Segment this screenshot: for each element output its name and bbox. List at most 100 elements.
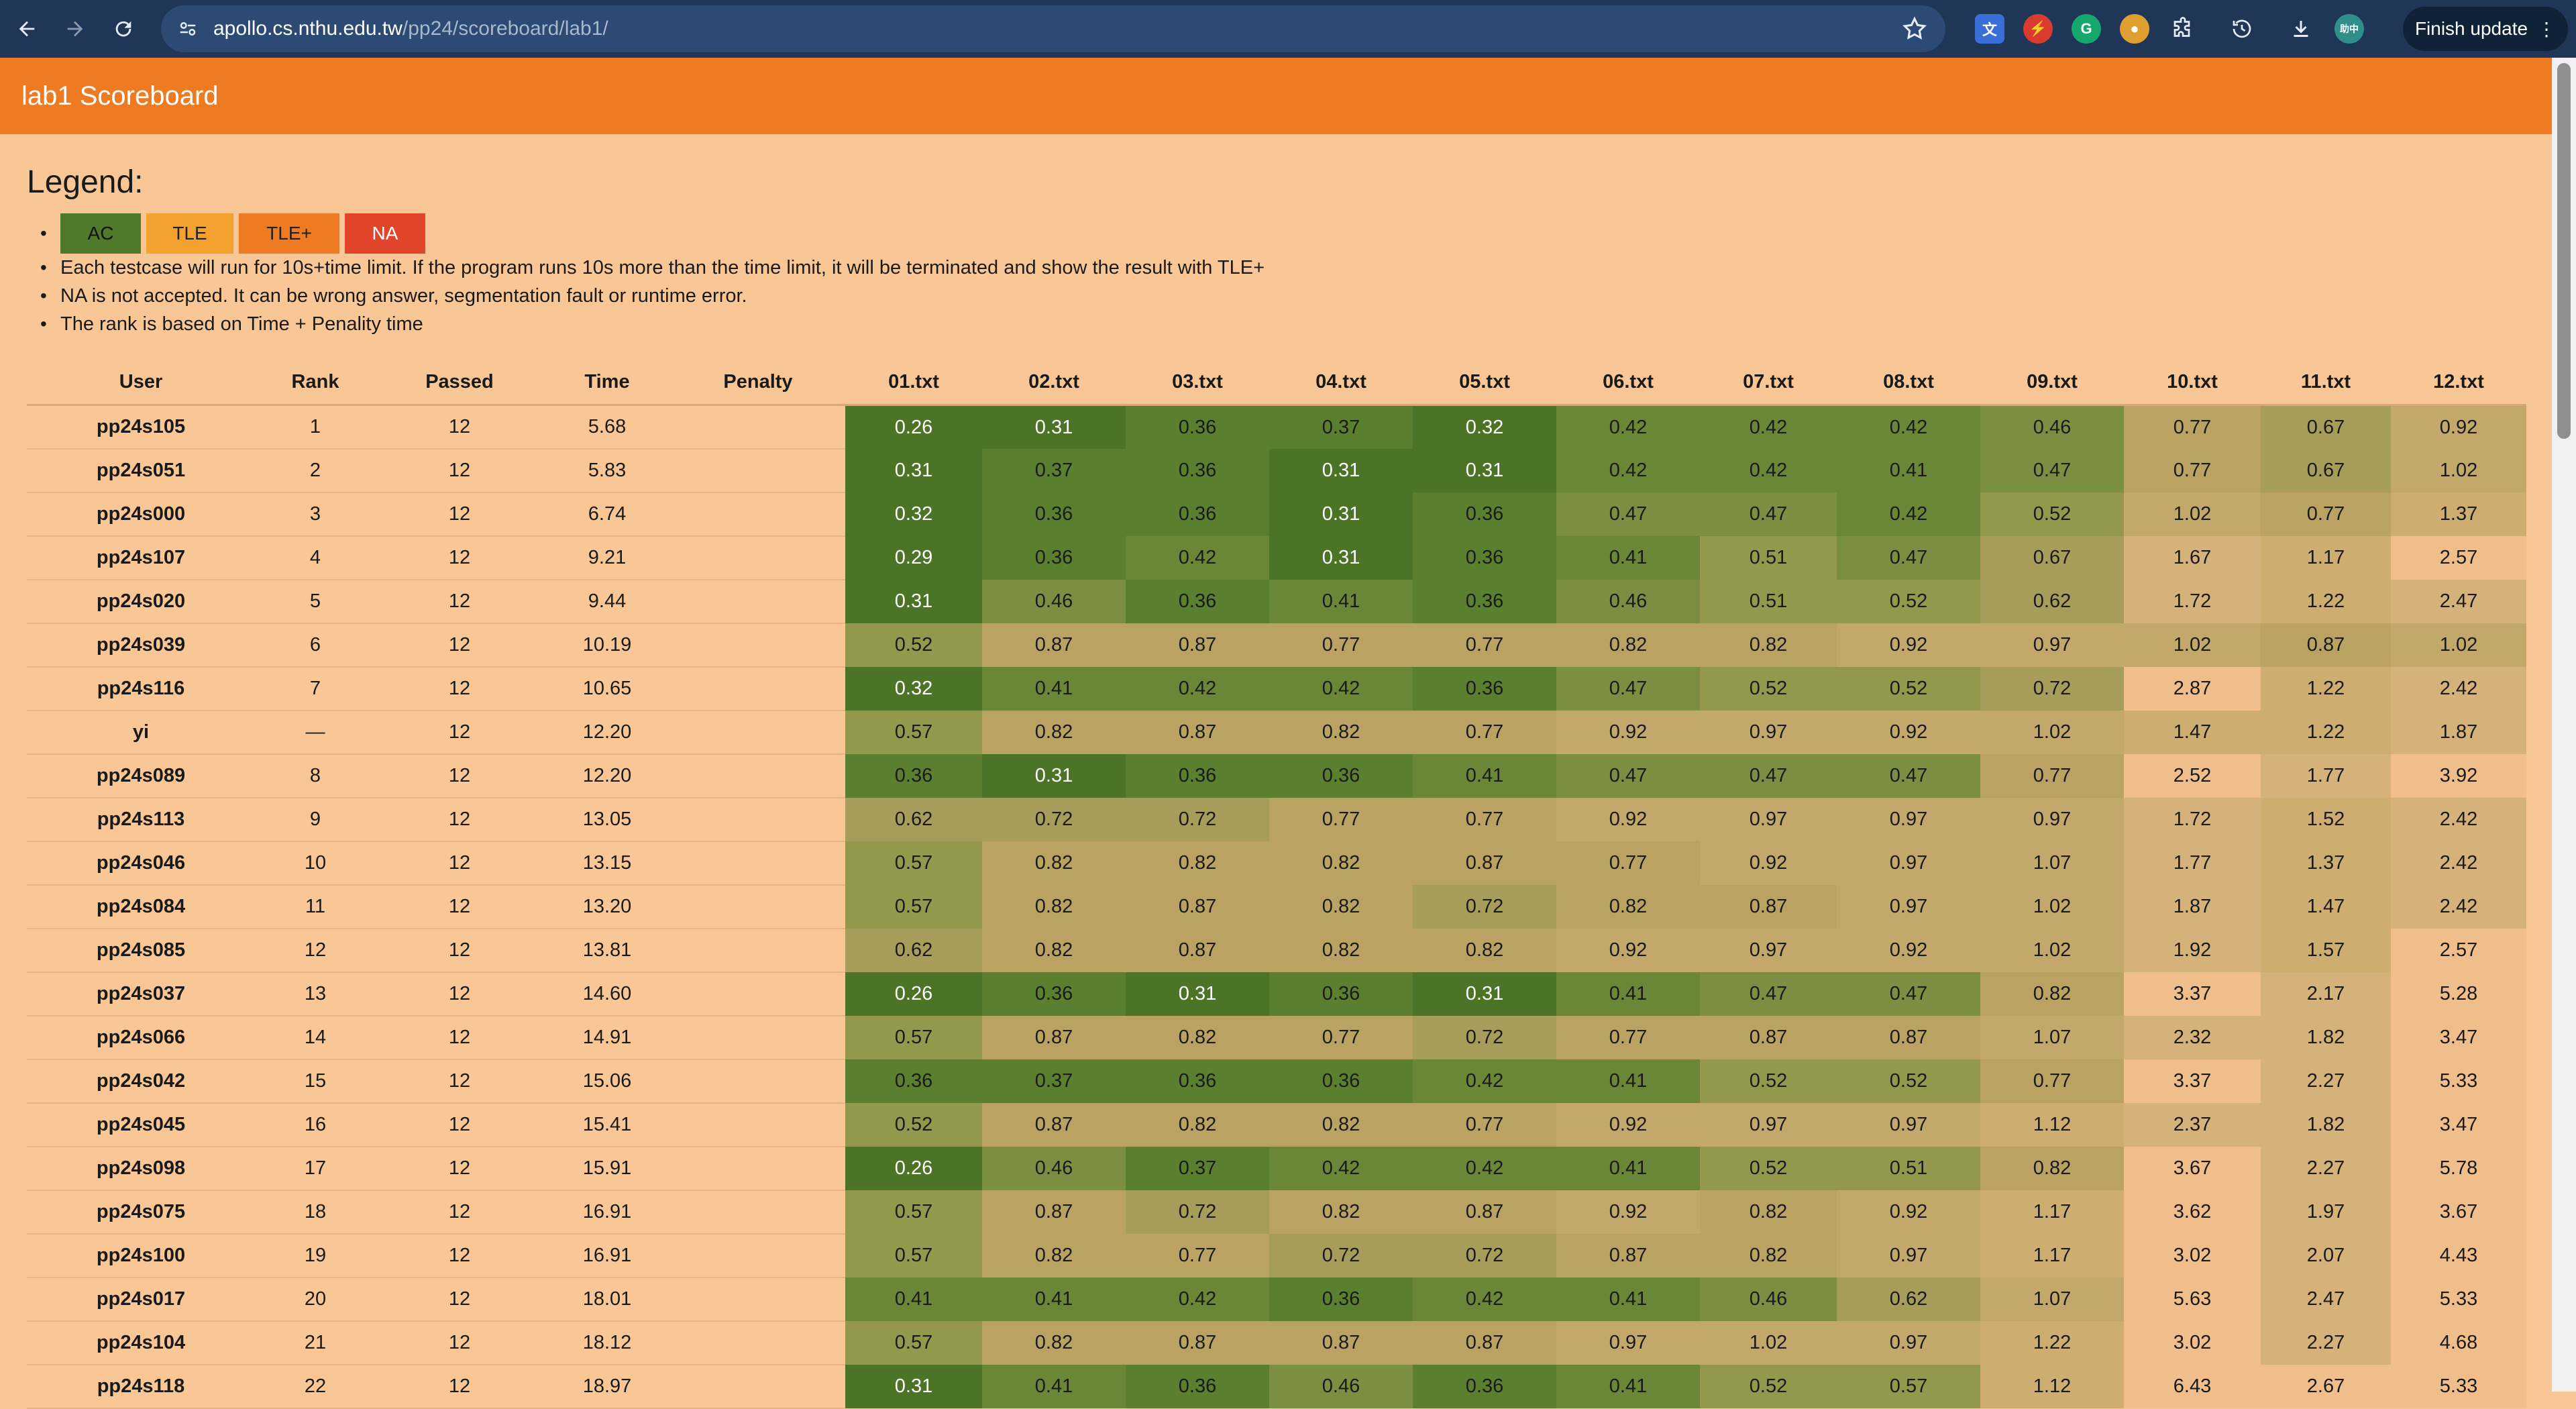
penalty-cell (671, 929, 845, 973)
lightning-extension-icon[interactable]: ⚡ (2023, 14, 2053, 44)
testcase-cell: 3.92 (2391, 754, 2526, 798)
grammarly-icon[interactable]: G (2072, 14, 2101, 44)
table-row: pp24s085 12 12 13.81 0.62 0.82 0.87 0.82 0.82 0.9… (27, 929, 2526, 973)
passed-cell: 12 (376, 841, 543, 886)
testcase-cell: 0.41 (1556, 1059, 1700, 1103)
testcase-cell: 0.82 (1126, 841, 1269, 885)
reload-icon[interactable] (102, 7, 145, 50)
testcase-cell: 0.72 (1126, 798, 1269, 841)
bookmark-star-icon[interactable] (1901, 15, 1928, 42)
testcase-cell: 0.41 (1556, 1147, 1700, 1190)
testcase-cell: 0.97 (1837, 885, 1980, 929)
column-header: User (27, 360, 255, 406)
forward-icon[interactable] (54, 7, 97, 50)
table-row: pp24s042 15 12 15.06 0.36 0.37 0.36 0.36 0.42 0.4… (27, 1059, 2526, 1104)
testcase-cell: 0.42 (1413, 1059, 1556, 1103)
table-row: pp24s100 19 12 16.91 0.57 0.82 0.77 0.72 0.72 0.8… (27, 1234, 2526, 1278)
testcase-cell: 3.67 (2124, 1147, 2261, 1190)
table-row: pp24s045 16 12 15.41 0.52 0.87 0.82 0.82 0.77 0.9… (27, 1103, 2526, 1147)
testcase-cell: 0.87 (1413, 1321, 1556, 1365)
testcase-cell: 2.47 (2391, 580, 2526, 623)
legend-note-rank: The rank is based on Time + Penality tim… (40, 310, 1265, 338)
testcase-cell: 1.02 (1980, 711, 2124, 754)
testcase-cell: 0.46 (1980, 405, 2124, 449)
testcase-cell: 2.47 (2261, 1277, 2391, 1321)
legend-note-na: NA is not accepted. It can be wrong answ… (40, 282, 1265, 310)
download-icon[interactable] (2286, 14, 2316, 44)
testcase-cell: 0.46 (982, 1147, 1126, 1190)
color-extension-icon[interactable]: ● (2120, 14, 2149, 44)
scrollbar-thumb[interactable] (2557, 63, 2571, 439)
table-row: pp24s105 1 12 5.68 0.26 0.31 0.36 0.37 0.32 0.42 0… (27, 405, 2526, 450)
user-cell: pp24s085 (27, 929, 255, 973)
time-cell: 13.20 (543, 885, 671, 929)
badge-na: NA (345, 213, 425, 254)
finish-update-button[interactable]: Finish update ⋮ (2403, 7, 2568, 51)
testcase-cell: 1.67 (2124, 536, 2261, 580)
back-icon[interactable] (5, 7, 48, 50)
user-cell: pp24s104 (27, 1321, 255, 1365)
testcase-cell: 0.87 (1700, 1016, 1837, 1059)
scoreboard-body: pp24s105 1 12 5.68 0.26 0.31 0.36 0.37 0.32 0.42 0… (27, 405, 2526, 1409)
penalty-cell (671, 841, 845, 886)
rank-cell: 18 (255, 1190, 376, 1235)
testcase-cell: 0.82 (1556, 623, 1700, 667)
extensions-puzzle-icon[interactable] (2168, 14, 2198, 44)
passed-cell: 12 (376, 1147, 543, 1191)
testcase-cell: 0.87 (1126, 929, 1269, 972)
column-header: 05.txt (1413, 360, 1556, 406)
testcase-cell: 0.97 (1700, 711, 1837, 754)
testcase-cell: 0.77 (2261, 492, 2391, 536)
penalty-cell (671, 405, 845, 450)
testcase-cell: 0.52 (1980, 492, 2124, 536)
passed-cell: 12 (376, 1277, 543, 1322)
passed-cell: 12 (376, 1190, 543, 1235)
table-row: pp24s107 4 12 9.21 0.29 0.36 0.42 0.31 0.36 0.41 0… (27, 536, 2526, 580)
testcase-cell: 2.37 (2124, 1103, 2261, 1147)
testcase-cell: 0.41 (1556, 1277, 1700, 1321)
testcase-cell: 0.82 (1269, 1190, 1413, 1234)
testcase-cell: 0.31 (1269, 492, 1413, 536)
testcase-cell: 3.37 (2124, 972, 2261, 1016)
user-cell: pp24s107 (27, 536, 255, 580)
testcase-cell: 0.92 (2391, 405, 2526, 449)
testcase-cell: 0.37 (1126, 1147, 1269, 1190)
user-cell: pp24s113 (27, 798, 255, 842)
vertical-scrollbar[interactable] (2552, 58, 2576, 1392)
testcase-cell: 0.41 (1837, 449, 1980, 492)
testcase-cell: 0.57 (845, 1234, 982, 1277)
testcase-cell: 0.57 (1837, 1365, 1980, 1408)
testcase-cell: 0.57 (845, 1321, 982, 1365)
penalty-cell (671, 1016, 845, 1060)
testcase-cell: 1.17 (2261, 536, 2391, 580)
testcase-cell: 2.52 (2124, 754, 2261, 798)
site-info-icon[interactable] (174, 15, 201, 42)
testcase-cell: 0.82 (1269, 841, 1413, 885)
url-text[interactable]: apollo.cs.nthu.edu.tw/pp24/scoreboard/la… (213, 17, 608, 40)
testcase-cell: 0.72 (1126, 1190, 1269, 1234)
passed-cell: 12 (376, 667, 543, 711)
testcase-cell: 0.87 (982, 1016, 1126, 1059)
testcase-cell: 0.77 (1980, 1059, 2124, 1103)
testcase-cell: 0.37 (982, 1059, 1126, 1103)
testcase-cell: 2.57 (2391, 929, 2526, 972)
passed-cell: 12 (376, 580, 543, 624)
rank-cell: 3 (255, 492, 376, 537)
testcase-cell: 0.36 (1269, 972, 1413, 1016)
column-header: 09.txt (1980, 360, 2124, 406)
more-menu-icon[interactable]: ⋮ (2537, 18, 2556, 40)
address-bar[interactable]: apollo.cs.nthu.edu.tw/pp24/scoreboard/la… (161, 5, 1945, 52)
user-cell: pp24s118 (27, 1365, 255, 1409)
history-icon[interactable] (2227, 14, 2257, 44)
testcase-cell: 0.42 (1556, 405, 1700, 449)
rank-cell: 21 (255, 1321, 376, 1365)
profile-avatar[interactable]: 助中 (2334, 14, 2364, 44)
testcase-cell: 2.42 (2391, 667, 2526, 711)
translate-icon[interactable]: 文 (1975, 14, 2004, 44)
user-cell: pp24s116 (27, 667, 255, 711)
testcase-cell: 0.87 (2261, 623, 2391, 667)
testcase-cell: 0.32 (1413, 405, 1556, 449)
testcase-cell: 0.72 (982, 798, 1126, 841)
testcase-cell: 2.42 (2391, 841, 2526, 885)
column-header: 07.txt (1700, 360, 1837, 406)
